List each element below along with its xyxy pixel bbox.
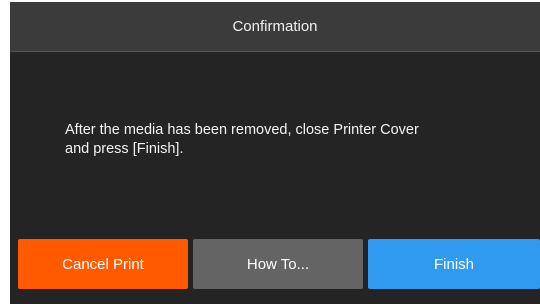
message-line-2: and press [Finish]. [65,141,184,157]
cancel-print-label: Cancel Print [62,255,144,273]
message-line-1: After the media has been removed, close … [65,122,419,138]
dialog-message: After the media has been removed, close … [65,121,525,159]
finish-button[interactable]: Finish [368,239,540,289]
dialog-title-bar: Confirmation [10,2,540,52]
how-to-label: How To... [246,255,310,273]
cancel-print-button[interactable]: Cancel Print [18,239,188,289]
how-to-button[interactable]: How To... [193,239,363,289]
confirmation-dialog: Confirmation After the media has been re… [10,2,540,304]
finish-label: Finish [433,255,474,273]
dialog-title: Confirmation [232,18,318,35]
